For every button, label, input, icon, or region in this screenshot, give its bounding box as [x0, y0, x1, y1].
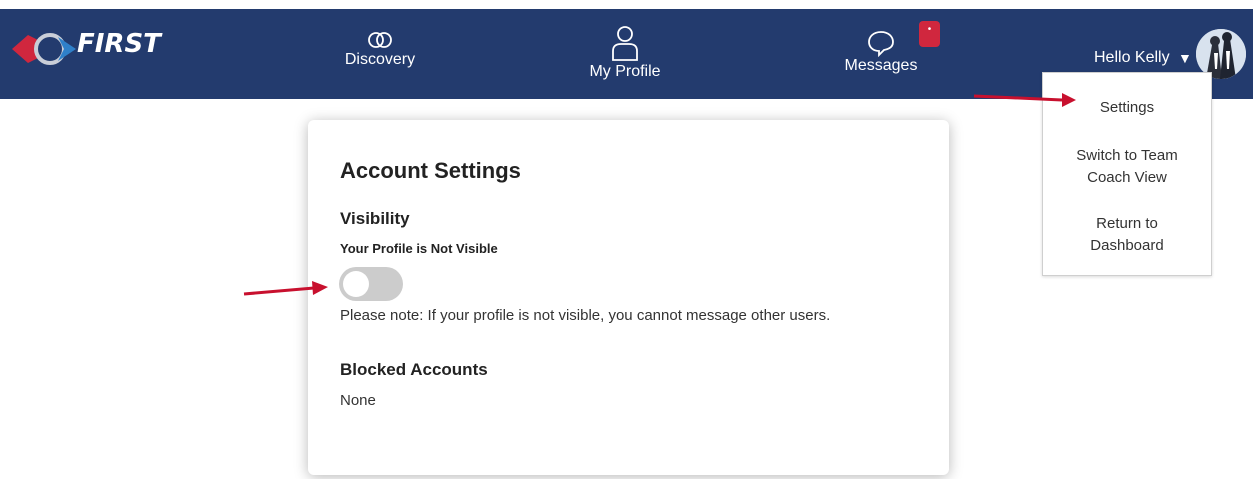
- caret-down-icon[interactable]: ▼: [1178, 50, 1192, 66]
- nav-messages-label: Messages: [844, 57, 918, 74]
- messages-badge: •: [919, 21, 940, 47]
- toggle-knob: [343, 271, 369, 297]
- menu-item-return-label: Return to Dashboard: [1090, 215, 1164, 254]
- nav-my-profile-label: My Profile: [589, 63, 661, 80]
- blocked-accounts-value: None: [340, 392, 376, 409]
- arrow-to-settings-icon: [973, 93, 1076, 107]
- infinity-rings-icon: [368, 32, 392, 48]
- menu-item-return-to-dashboard[interactable]: Return to Dashboard: [1043, 213, 1211, 257]
- nav-messages[interactable]: Messages: [834, 29, 928, 75]
- logo-text: FIRST: [77, 29, 161, 59]
- page-title: Account Settings: [340, 158, 521, 183]
- menu-item-switch-label: Switch to Team Coach View: [1076, 147, 1178, 186]
- arrow-to-toggle-icon: [243, 281, 328, 296]
- blocked-accounts-heading: Blocked Accounts: [340, 360, 488, 379]
- visibility-heading: Visibility: [340, 209, 410, 228]
- menu-item-switch-to-team-coach-view[interactable]: Switch to Team Coach View: [1043, 145, 1211, 189]
- nav-discovery-label: Discovery: [344, 51, 416, 68]
- nav-discovery[interactable]: Discovery: [338, 29, 422, 69]
- visibility-status: Your Profile is Not Visible: [340, 241, 498, 256]
- page: FIRST Discovery My Profile Messages • He…: [0, 0, 1253, 479]
- visibility-toggle[interactable]: [339, 267, 403, 301]
- visibility-note: Please note: If your profile is not visi…: [340, 307, 831, 324]
- person-icon: [612, 26, 638, 61]
- account-settings-card: Account Settings Visibility Your Profile…: [308, 120, 949, 475]
- nav-my-profile[interactable]: My Profile: [580, 25, 670, 81]
- chat-bubble-icon: [868, 31, 894, 57]
- user-greeting[interactable]: Hello Kelly: [1094, 49, 1170, 67]
